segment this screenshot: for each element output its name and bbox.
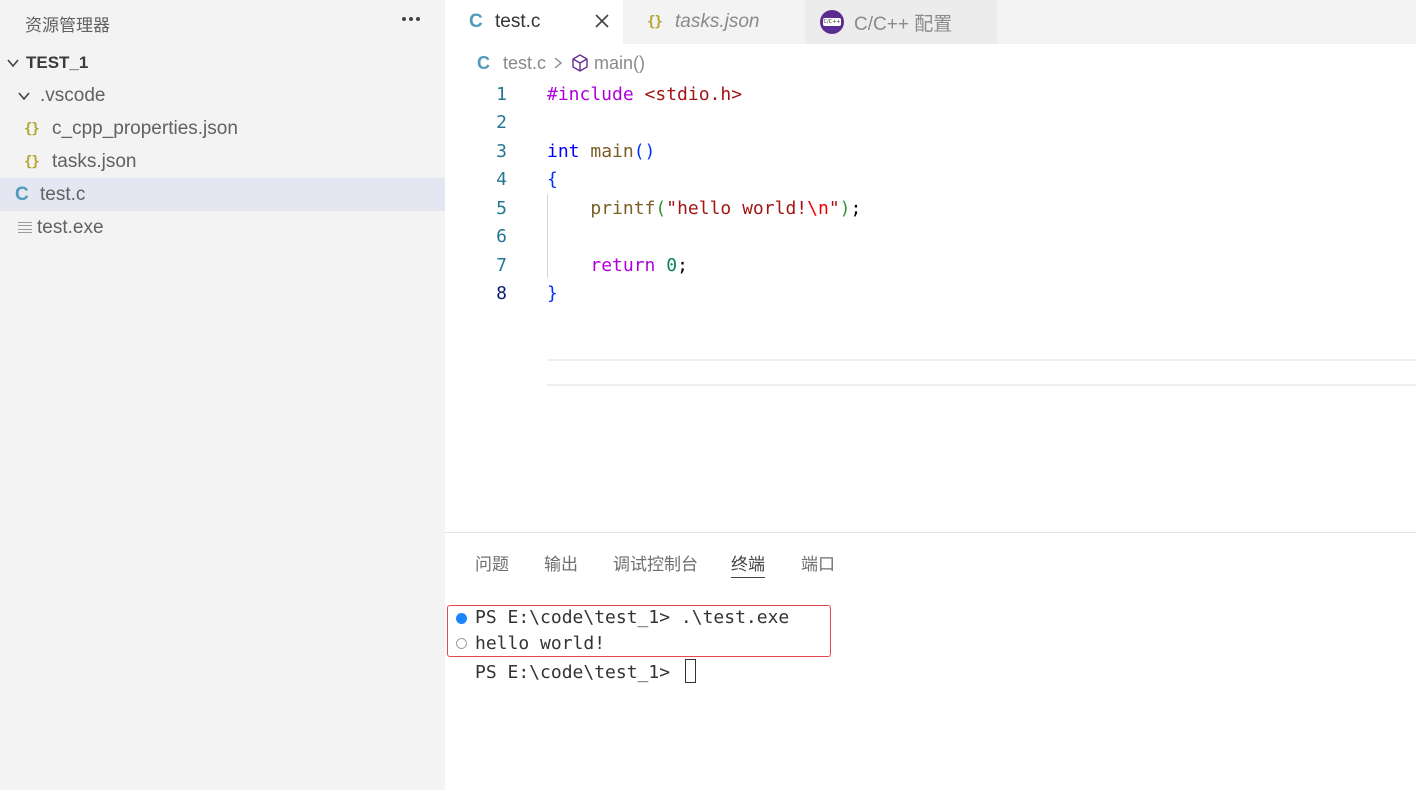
code-token: printf (590, 197, 656, 219)
terminal-line: PS E:\code\test_1> .\test.exe (475, 607, 790, 628)
code-token: int (547, 140, 580, 162)
tab-output[interactable]: 输出 (544, 550, 578, 578)
tree-item-test-c[interactable]: C test.c (0, 178, 445, 211)
cpp-config-icon: C/C++ (820, 10, 844, 34)
terminal-prompt-text: PS E:\code\test_1> (475, 662, 681, 683)
code-token: ; (677, 254, 688, 276)
code-line[interactable]: 2 (445, 109, 1416, 137)
terminal-prompt[interactable]: PS E:\code\test_1> (475, 659, 696, 683)
tree-item-label: tasks.json (52, 150, 137, 172)
json-braces-icon: {} (647, 14, 663, 30)
code-token: return (590, 254, 656, 276)
code-line[interactable]: 6 (445, 223, 1416, 251)
code-line[interactable]: 8} (445, 280, 1416, 308)
line-number: 4 (496, 169, 507, 190)
command-success-dot-icon[interactable] (456, 613, 467, 624)
tab-tasks-json[interactable]: {} tasks.json (625, 0, 803, 44)
tree-item-label: test.c (40, 183, 86, 205)
tree-item-label: c_cpp_properties.json (52, 117, 238, 139)
tab-problems[interactable]: 问题 (475, 550, 509, 578)
terminal-line: hello world! (475, 633, 606, 654)
code-line[interactable]: 4{ (445, 166, 1416, 194)
breadcrumb-file[interactable]: test.c (503, 53, 546, 74)
code-text: } (547, 283, 558, 304)
chevron-right-icon (554, 57, 563, 69)
terminal-cursor (684, 659, 696, 683)
indent-guide (547, 194, 548, 278)
code-token: () (633, 140, 656, 162)
line-number: 8 (496, 283, 507, 304)
json-braces-icon: {} (24, 153, 40, 170)
code-line[interactable]: 7 return 0; (445, 251, 1416, 279)
tab-ports[interactable]: 端口 (801, 550, 835, 578)
line-number: 6 (496, 226, 507, 247)
code-token: main (590, 140, 634, 162)
code-token: 0 (666, 254, 678, 276)
tree-item-label: .vscode (40, 84, 106, 106)
code-line[interactable]: 3 int main() (445, 137, 1416, 165)
close-icon[interactable] (593, 12, 611, 30)
c-file-icon: C (477, 52, 490, 73)
tree-item-vscode[interactable]: .vscode (0, 79, 445, 112)
code-text: printf("hello world!\n"); (547, 198, 861, 219)
explorer-title: 资源管理器 (25, 16, 110, 35)
tab-debug-console[interactable]: 调试控制台 (613, 550, 698, 578)
c-file-icon: C (15, 183, 29, 205)
code-text: #include <stdio.h> (547, 84, 742, 105)
explorer-sidebar: 资源管理器 TEST_1 .vscode {} c_cpp_properties… (0, 0, 445, 790)
bottom-panel: 问题 输出 调试控制台 终端 端口 PS E:\code\test_1> .\t… (445, 532, 1416, 790)
line-number: 3 (496, 140, 507, 162)
editor-tab-bar: C test.c {} tasks.json C/C++ C/C++ 配置 (445, 0, 1416, 44)
json-braces-icon: {} (24, 120, 40, 137)
code-token: ( (655, 197, 667, 219)
tab-label: C/C++ 配置 (854, 13, 953, 35)
command-empty-dot-icon[interactable] (456, 638, 467, 649)
tab-label: test.c (495, 11, 541, 32)
code-token: \n (807, 197, 829, 219)
code-token: { (547, 169, 558, 190)
lines-file-icon (18, 221, 32, 234)
tree-item-label: test.exe (37, 216, 104, 238)
code-token: " (828, 197, 840, 219)
code-line[interactable]: 1 #include <stdio.h> (445, 80, 1416, 108)
tab-label: tasks.json (675, 11, 760, 32)
tree-root-label: TEST_1 (26, 52, 89, 72)
ellipsis-icon[interactable] (400, 8, 422, 30)
code-line[interactable]: 5 printf("hello world!\n"); (445, 194, 1416, 222)
code-token: "hello world! (666, 197, 808, 219)
breadcrumb: C test.c main() (477, 50, 645, 76)
method-cube-icon (572, 54, 588, 72)
line-number: 1 (496, 83, 507, 105)
code-token: #include (547, 83, 645, 105)
code-token: <stdio.h> (644, 83, 743, 105)
tree-item-c-cpp-properties[interactable]: {} c_cpp_properties.json (0, 112, 445, 145)
tab-test-c[interactable]: C test.c (445, 0, 623, 44)
code-text: { (547, 169, 558, 190)
tree-item-tasks-json[interactable]: {} tasks.json (0, 145, 445, 178)
code-token: ) (839, 197, 851, 219)
line-number: 7 (496, 254, 507, 276)
code-token: } (547, 283, 558, 304)
line-number: 5 (496, 197, 507, 219)
breadcrumb-symbol[interactable]: main() (594, 53, 645, 74)
tab-terminal[interactable]: 终端 (731, 550, 765, 578)
code-editor[interactable]: 1 #include <stdio.h> 2 3 int main() 4{5 print… (445, 80, 1416, 530)
chevron-down-icon (2, 52, 24, 74)
tree-item-test-exe[interactable]: test.exe (0, 211, 445, 244)
chevron-down-icon (13, 85, 35, 107)
code-token: ; (850, 197, 862, 219)
current-line-highlight (547, 359, 1416, 386)
explorer-header: 资源管理器 (0, 0, 445, 42)
tab-cpp-config[interactable]: C/C++ C/C++ 配置 (805, 0, 997, 44)
code-text: return 0; (547, 255, 688, 276)
code-text: int main() (547, 141, 655, 162)
tree-root-test1[interactable]: TEST_1 (0, 46, 445, 79)
line-number: 2 (496, 112, 507, 133)
c-file-icon: C (469, 11, 483, 32)
